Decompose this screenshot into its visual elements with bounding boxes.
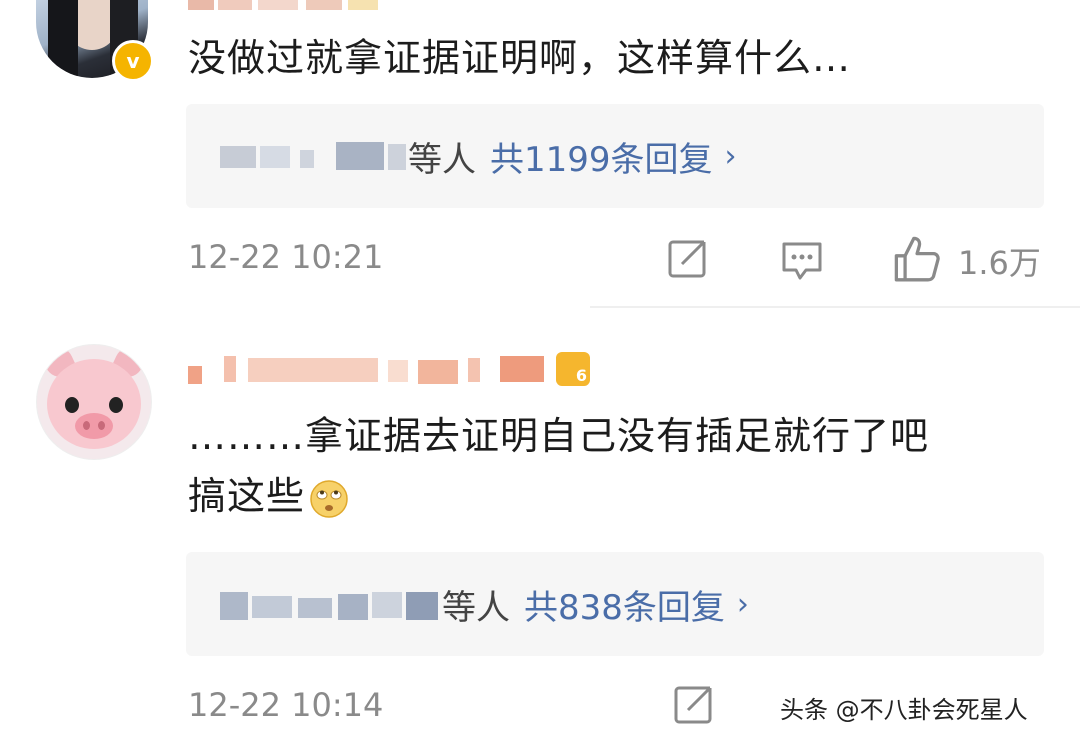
comment-text-line: 搞这些 (188, 474, 306, 518)
reply-count-link[interactable]: 共1199条回复 (490, 132, 713, 181)
comment-icon[interactable] (780, 238, 824, 286)
forward-icon[interactable] (672, 682, 716, 730)
username[interactable] (188, 352, 588, 388)
verified-v-icon: v (112, 40, 154, 82)
rolling-eyes-emoji (309, 476, 349, 518)
reply-suffix: 等人 (442, 587, 510, 628)
reply-box[interactable]: 等人 共838条回复 › (186, 552, 1044, 656)
chevron-right-icon: › (736, 586, 749, 622)
level-badge: 6 (556, 352, 590, 386)
divider (590, 306, 1080, 308)
timestamp: 12-22 10:14 (188, 686, 384, 724)
thumbs-up-icon[interactable] (892, 234, 940, 286)
comment-text: ………拿证据去证明自己没有插足就行了吧 搞这些 (188, 406, 929, 526)
timestamp: 12-22 10:21 (188, 238, 384, 276)
like-count: 1.6万 (958, 244, 1041, 282)
username[interactable] (188, 0, 398, 10)
reply-count-link[interactable]: 共838条回复 (524, 580, 725, 629)
watermark: 头条 @不八卦会死星人 (780, 696, 1028, 724)
comment-text-line: ………拿证据去证明自己没有插足就行了吧 (188, 414, 930, 458)
reply-users[interactable] (220, 136, 408, 176)
reply-suffix: 等人 (408, 139, 476, 180)
forward-icon[interactable] (666, 236, 710, 284)
comment-text: 没做过就拿证据证明啊，这样算什么… (188, 36, 852, 80)
chevron-right-icon: › (724, 138, 737, 174)
reply-box[interactable]: 等人 共1199条回复 › (186, 104, 1044, 208)
avatar[interactable] (36, 344, 152, 460)
reply-users[interactable] (220, 584, 442, 624)
